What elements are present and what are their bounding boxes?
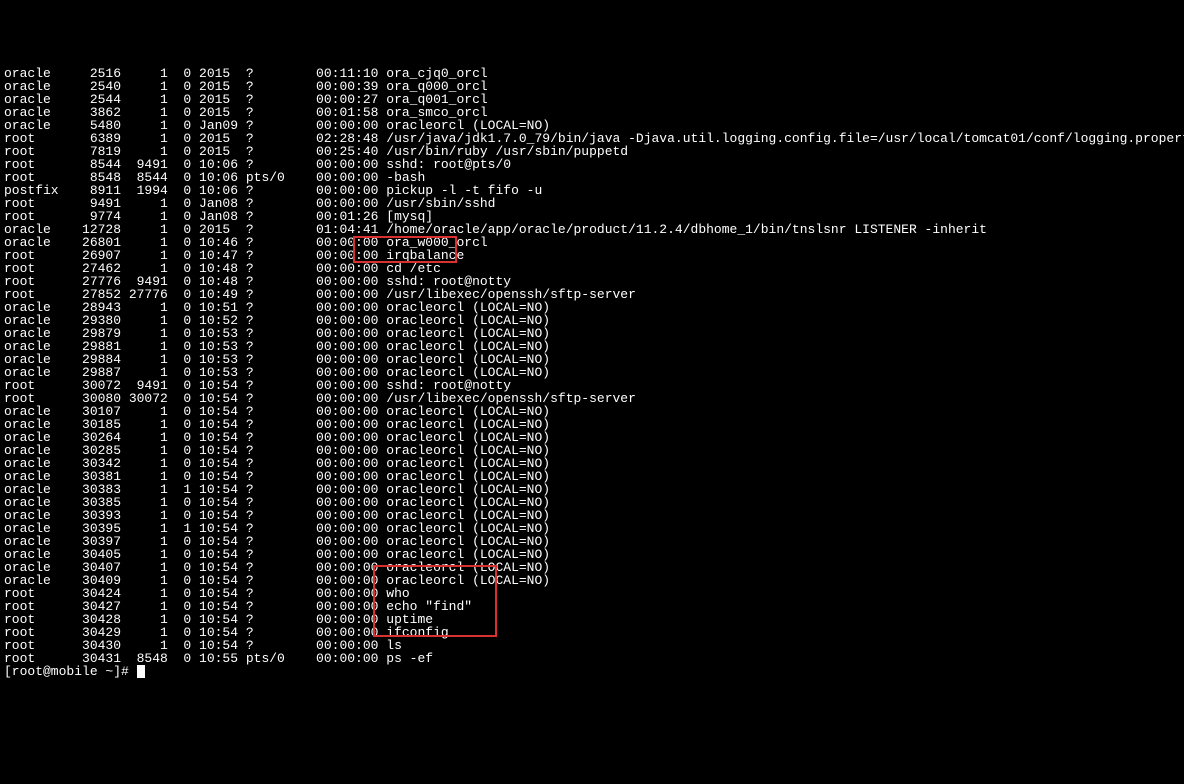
process-row: root 30428 1 0 10:54 ? 00:00:00 uptime (4, 613, 1180, 626)
cursor (137, 665, 145, 678)
process-row: root 30429 1 0 10:54 ? 00:00:00 ifconfig (4, 626, 1180, 639)
prompt-line[interactable]: [root@mobile ~]# (4, 665, 1180, 678)
shell-prompt: [root@mobile ~]# (4, 664, 137, 679)
process-row: root 30430 1 0 10:54 ? 00:00:00 ls (4, 639, 1180, 652)
process-row: root 30431 8548 0 10:55 pts/0 00:00:00 p… (4, 652, 1180, 665)
process-list: oracle 2516 1 0 2015 ? 00:11:10 ora_cjq0… (4, 67, 1180, 665)
process-row: root 30427 1 0 10:54 ? 00:00:00 echo "fi… (4, 600, 1180, 613)
terminal-output[interactable]: oracle 2516 1 0 2015 ? 00:11:10 ora_cjq0… (0, 52, 1184, 719)
